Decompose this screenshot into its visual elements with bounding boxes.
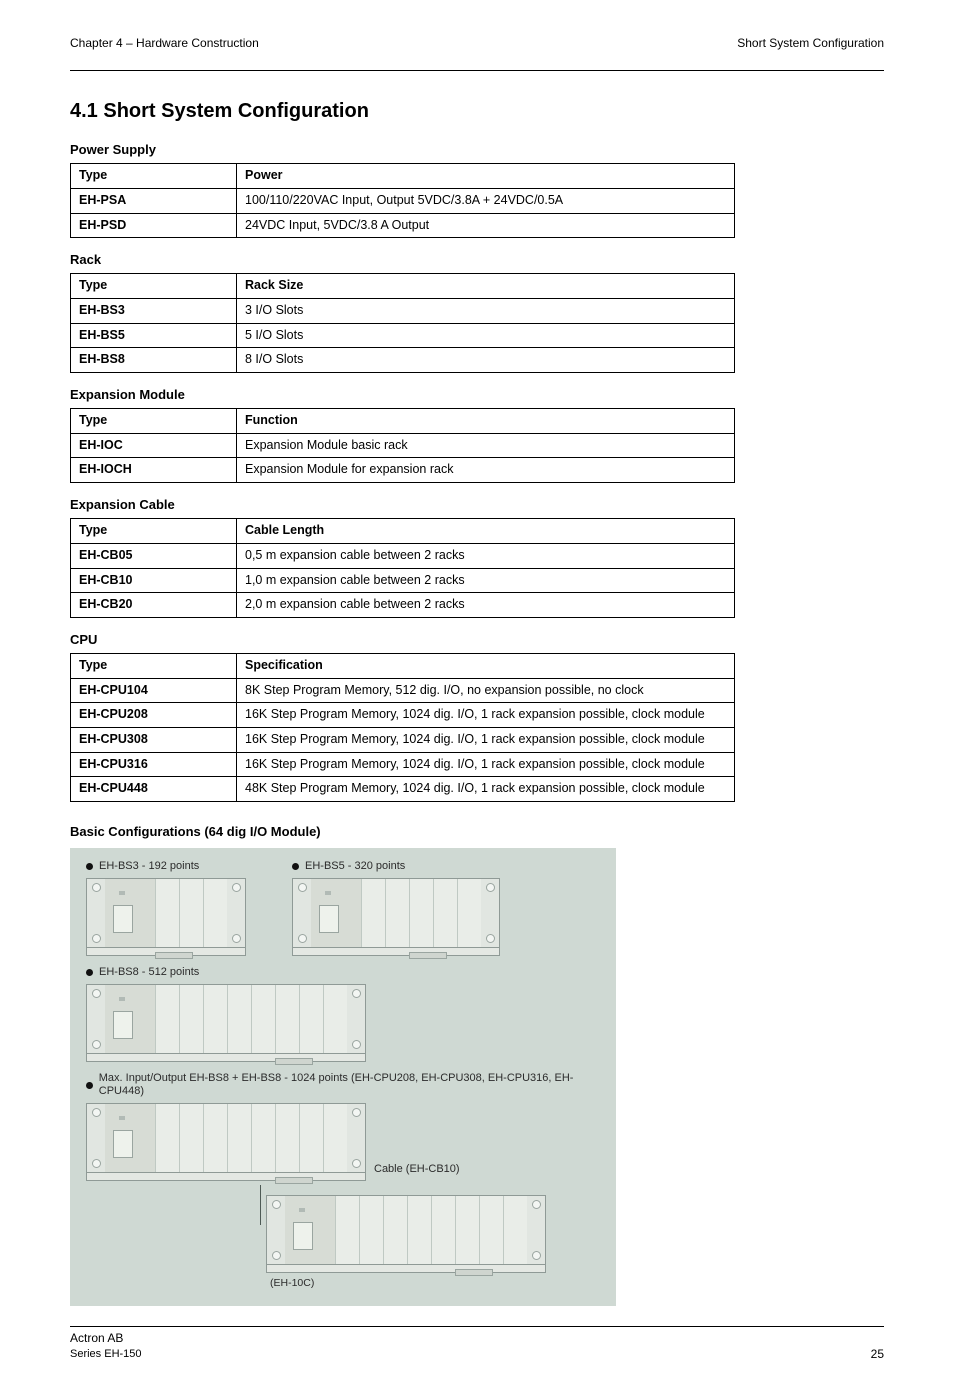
figure-bs3-block: EH-BS3 - 192 points	[86, 860, 246, 956]
table-row: EH-IOC Expansion Module basic rack	[71, 433, 735, 458]
footer-company: Actron AB	[70, 1331, 123, 1345]
figure-max-label: Max. Input/Output EH-BS8 + EH-BS8 - 1024…	[99, 1072, 600, 1100]
cell-type: EH-CPU316	[71, 752, 237, 777]
chapter-right: Short System Configuration	[737, 36, 884, 51]
figure-bs5-label: EH-BS5 - 320 points	[305, 860, 405, 874]
cell-type: EH-CB05	[71, 543, 237, 568]
figure-cable-label: Cable (EH-CB10)	[374, 1163, 460, 1175]
chapter-left: Chapter 4 – Hardware Construction	[70, 36, 259, 51]
cell-type: EH-CPU208	[71, 703, 237, 728]
bullet-icon	[86, 1082, 93, 1089]
cell-spec: 3 I/O Slots	[237, 299, 735, 324]
header-rule	[70, 70, 884, 71]
power-supply-label: Power Supply	[70, 142, 884, 158]
cell-spec: 8K Step Program Memory, 512 dig. I/O, no…	[237, 678, 735, 703]
table-row: EH-CB10 1,0 m expansion cable between 2 …	[71, 568, 735, 593]
cell-spec: 0,5 m expansion cable between 2 racks	[237, 543, 735, 568]
table-header: Type	[71, 164, 237, 189]
footer-series: Series EH-150	[70, 1348, 142, 1362]
footer-rule	[70, 1326, 884, 1327]
table-header: Cable Length	[237, 519, 735, 544]
page-number: 25	[871, 1347, 884, 1362]
figure-max-block: Max. Input/Output EH-BS8 + EH-BS8 - 1024…	[86, 1072, 600, 1290]
table-row: EH-CPU308 16K Step Program Memory, 1024 …	[71, 727, 735, 752]
cell-type: EH-CPU308	[71, 727, 237, 752]
table-row: EH-CB20 2,0 m expansion cable between 2 …	[71, 593, 735, 618]
bullet-icon	[86, 969, 93, 976]
cell-type: EH-IOC	[71, 433, 237, 458]
cable-label: Expansion Cable	[70, 497, 884, 513]
cell-spec: 1,0 m expansion cable between 2 racks	[237, 568, 735, 593]
cell-spec: 16K Step Program Memory, 1024 dig. I/O, …	[237, 703, 735, 728]
cell-type: EH-BS3	[71, 299, 237, 324]
cell-spec: 5 I/O Slots	[237, 323, 735, 348]
table-header: Type	[71, 654, 237, 679]
power-supply-table: Type Power EH-PSA 100/110/220VAC Input, …	[70, 163, 735, 238]
expansion-label: Expansion Module	[70, 387, 884, 403]
table-row: EH-CPU208 16K Step Program Memory, 1024 …	[71, 703, 735, 728]
figure-diagram: EH-BS3 - 192 points EH-BS5 - 320 points	[70, 848, 616, 1306]
table-row: EH-BS5 5 I/O Slots	[71, 323, 735, 348]
table-row: EH-CB05 0,5 m expansion cable between 2 …	[71, 543, 735, 568]
cell-type: EH-PSD	[71, 213, 237, 238]
cell-type: EH-BS5	[71, 323, 237, 348]
cable-table: Type Cable Length EH-CB05 0,5 m expansio…	[70, 518, 735, 618]
bullet-icon	[292, 863, 299, 870]
table-row: EH-PSD 24VDC Input, 5VDC/3.8 A Output	[71, 213, 735, 238]
table-header: Type	[71, 274, 237, 299]
table-header: Power	[237, 164, 735, 189]
cell-spec: Expansion Module basic rack	[237, 433, 735, 458]
cell-spec: 8 I/O Slots	[237, 348, 735, 373]
cell-type: EH-IOCH	[71, 458, 237, 483]
cell-type: EH-CPU104	[71, 678, 237, 703]
cell-type: EH-CPU448	[71, 777, 237, 802]
table-row: EH-CPU316 16K Step Program Memory, 1024 …	[71, 752, 735, 777]
cell-spec: 100/110/220VAC Input, Output 5VDC/3.8A +…	[237, 188, 735, 213]
table-header: Type	[71, 519, 237, 544]
figure-bs8-block: EH-BS8 - 512 points	[86, 966, 554, 1062]
rack-max-bottom-diagram	[266, 1195, 546, 1265]
table-row: EH-BS8 8 I/O Slots	[71, 348, 735, 373]
rack-table: Type Rack Size EH-BS3 3 I/O Slots EH-BS5…	[70, 273, 735, 373]
cell-spec: 16K Step Program Memory, 1024 dig. I/O, …	[237, 752, 735, 777]
table-row: EH-BS3 3 I/O Slots	[71, 299, 735, 324]
cell-type: EH-CB20	[71, 593, 237, 618]
cell-spec: Expansion Module for expansion rack	[237, 458, 735, 483]
rack-bs5-diagram	[292, 878, 500, 948]
rack-bs8-diagram	[86, 984, 366, 1054]
figure-bs8-label: EH-BS8 - 512 points	[99, 966, 199, 980]
figure-ioc-label: (EH-10C)	[270, 1277, 600, 1290]
table-row: EH-CPU448 48K Step Program Memory, 1024 …	[71, 777, 735, 802]
cpu-label: CPU	[70, 632, 884, 648]
table-row: EH-PSA 100/110/220VAC Input, Output 5VDC…	[71, 188, 735, 213]
cell-type: EH-PSA	[71, 188, 237, 213]
expansion-table: Type Function EH-IOC Expansion Module ba…	[70, 408, 735, 483]
cell-spec: 24VDC Input, 5VDC/3.8 A Output	[237, 213, 735, 238]
figure-bs5-block: EH-BS5 - 320 points	[292, 860, 500, 956]
figure-caption: Basic Configurations (64 dig I/O Module)	[70, 824, 884, 840]
cell-spec: 48K Step Program Memory, 1024 dig. I/O, …	[237, 777, 735, 802]
table-row: EH-CPU104 8K Step Program Memory, 512 di…	[71, 678, 735, 703]
table-header: Rack Size	[237, 274, 735, 299]
rack-label: Rack	[70, 252, 884, 268]
bullet-icon	[86, 863, 93, 870]
rack-bs3-diagram	[86, 878, 246, 948]
cpu-table: Type Specification EH-CPU104 8K Step Pro…	[70, 653, 735, 802]
table-header: Function	[237, 409, 735, 434]
table-row: EH-IOCH Expansion Module for expansion r…	[71, 458, 735, 483]
table-header: Specification	[237, 654, 735, 679]
section-title: 4.1 Short System Configuration	[70, 99, 884, 124]
cell-type: EH-BS8	[71, 348, 237, 373]
cell-spec: 2,0 m expansion cable between 2 racks	[237, 593, 735, 618]
table-header: Type	[71, 409, 237, 434]
figure-bs3-label: EH-BS3 - 192 points	[99, 860, 199, 874]
page-header: Chapter 4 – Hardware Construction Short …	[70, 36, 884, 51]
page-footer: Actron AB Series EH-150 25	[70, 1331, 884, 1362]
cell-type: EH-CB10	[71, 568, 237, 593]
rack-max-top-diagram	[86, 1103, 366, 1173]
cell-spec: 16K Step Program Memory, 1024 dig. I/O, …	[237, 727, 735, 752]
